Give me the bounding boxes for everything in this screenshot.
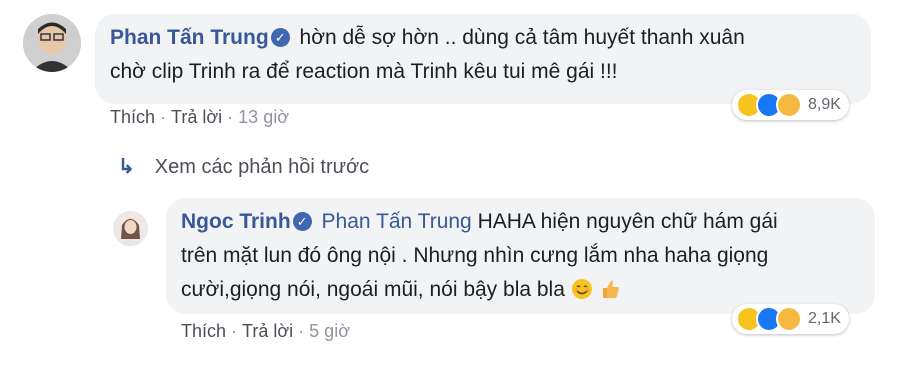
reply-author[interactable]: Ngoc Trinh [181, 210, 291, 233]
sad-icon [776, 306, 802, 332]
view-previous-replies-link[interactable]: ↳ Xem các phản hồi trước [118, 154, 369, 179]
comment-line-2: chờ clip Trinh ra để reaction mà Trinh k… [110, 60, 618, 83]
reaction-summary[interactable]: 2,1K [732, 304, 849, 334]
reaction-count: 8,9K [808, 96, 841, 113]
reply-line-2: trên mặt lun đó ông nội . Nhưng nhìn cưn… [181, 244, 769, 267]
reply-line-1: Ngoc Trinh ✓ Phan Tấn Trung HAHA hiện ngu… [181, 209, 778, 235]
thumbs-up-icon [602, 280, 619, 298]
comment-line-1: Phan Tấn Trung ✓ hờn dễ sợ hờn .. dùng cả… [110, 25, 745, 51]
reaction-summary[interactable]: 8,9K [732, 90, 849, 120]
verified-badge-icon: ✓ [270, 28, 290, 47]
smiling-face-icon [571, 279, 592, 299]
reply-actions: Thích · Trả lời · 5 giờ [181, 321, 350, 341]
comment-text: hờn dễ sợ hờn .. dùng cả tâm huyết thanh… [299, 26, 745, 49]
comment-actions: Thích · Trả lời · 13 giờ [110, 107, 290, 127]
verified-badge-icon: ✓ [292, 212, 312, 231]
comment-author[interactable]: Phan Tấn Trung [110, 26, 269, 49]
reply-link[interactable]: Trả lời [242, 321, 293, 341]
like-link[interactable]: Thích [181, 321, 226, 341]
comment-time[interactable]: 13 giờ [238, 107, 289, 127]
reaction-count: 2,1K [808, 310, 841, 327]
sad-icon [776, 92, 802, 118]
avatar[interactable] [23, 14, 81, 72]
tagged-user[interactable]: Phan Tấn Trung [322, 210, 472, 233]
view-previous-replies-label: Xem các phản hồi trước [154, 156, 370, 178]
like-link[interactable]: Thích [110, 107, 155, 127]
reply-line-3: cười,giọng nói, ngoái mũi, nói bậy bla b… [181, 277, 621, 303]
reply-link[interactable]: Trả lời [171, 107, 222, 127]
reply-arrow-icon: ↳ [118, 156, 135, 178]
reply-text-end: cười,giọng nói, ngoái mũi, nói bậy bla b… [181, 278, 565, 301]
reply-time[interactable]: 5 giờ [309, 321, 350, 341]
avatar[interactable] [113, 211, 148, 246]
reply-text: HAHA hiện nguyên chữ hám gái [477, 210, 778, 233]
